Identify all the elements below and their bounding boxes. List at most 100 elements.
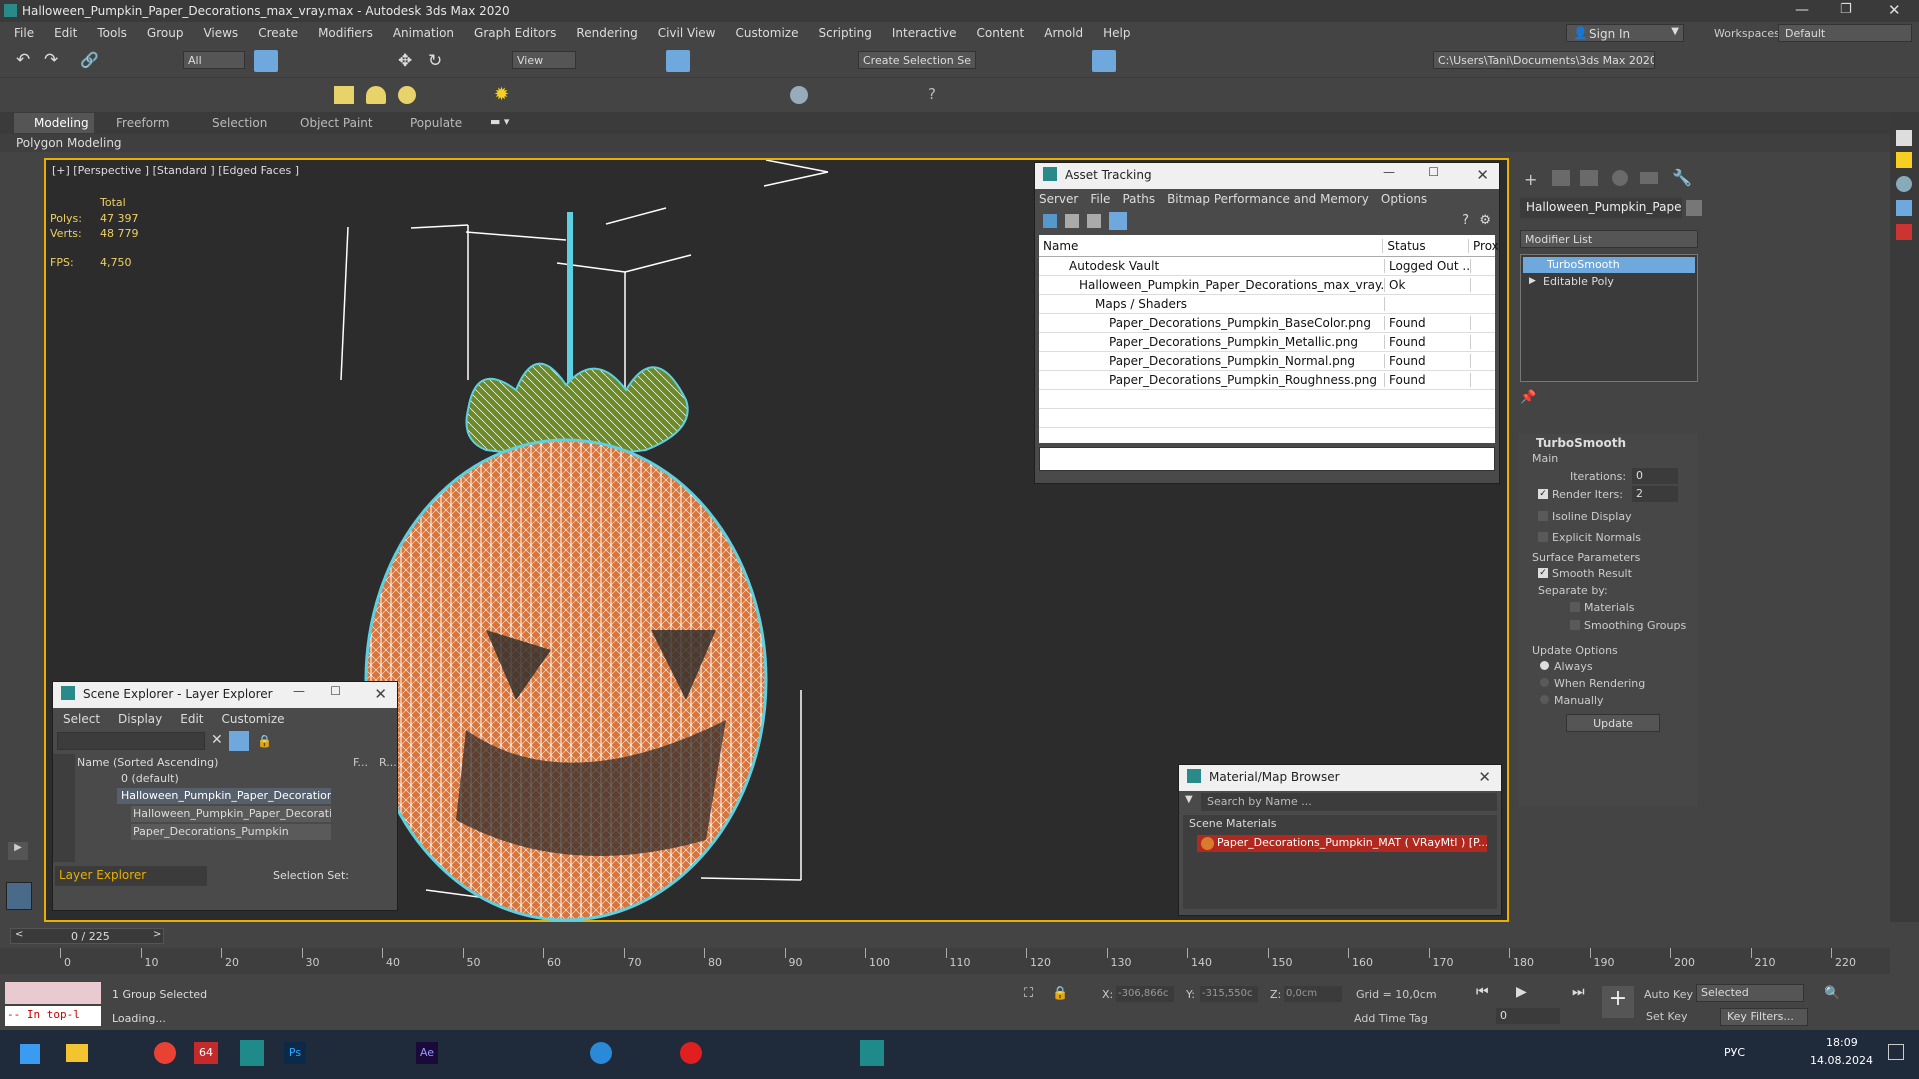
minimize-icon[interactable]: — [293, 684, 305, 698]
display-tab-icon[interactable] [1640, 172, 1658, 184]
3dsmax-icon-2[interactable] [860, 1040, 884, 1066]
selection-filter-dropdown[interactable]: All [183, 51, 245, 69]
scene-explorer-titlebar[interactable]: Scene Explorer - Layer Explorer — ☐ ✕ [53, 682, 397, 708]
explicit-normals-checkbox[interactable] [1538, 532, 1548, 542]
asset-menu-options[interactable]: Options [1381, 192, 1427, 206]
utilities-tab-icon[interactable]: 🔧 [1672, 168, 1692, 187]
isolate-icon[interactable]: ⛶ [1024, 986, 1033, 1001]
filter-icon[interactable] [229, 731, 249, 751]
settings-icon[interactable]: ⚙ [1479, 213, 1491, 228]
clock-time[interactable]: 18:09 [1826, 1036, 1858, 1049]
scene-materials-group[interactable]: Scene Materials [1189, 817, 1276, 830]
ribbon-tab-populate[interactable]: Populate [410, 116, 462, 130]
update-button[interactable]: Update [1566, 714, 1660, 732]
ribbon-tab-modeling[interactable]: Modeling [34, 116, 89, 130]
menu-tools[interactable]: Tools [97, 26, 127, 40]
help-icon[interactable]: ? [1462, 213, 1469, 228]
table-row[interactable]: Paper_Decorations_Pumpkin_Normal.png Foun… [1039, 352, 1495, 371]
file-explorer-icon[interactable] [66, 1044, 88, 1062]
pin-stack-icon[interactable]: 📌 [1520, 390, 1536, 405]
project-path-dropdown[interactable]: C:\Users\Tani\Documents\3ds Max 2020 [1433, 51, 1655, 69]
go-to-end-icon[interactable]: ⏭ [1572, 984, 1585, 1000]
manually-radio[interactable] [1540, 695, 1549, 704]
far-manager-icon[interactable]: 64 [194, 1042, 218, 1064]
link-icon[interactable]: 🔗 [80, 51, 99, 69]
maximize-icon[interactable]: ❐ [1840, 2, 1852, 17]
object-pumpkin[interactable]: Paper_Decorations_Pumpkin [131, 824, 331, 840]
material-search-input[interactable]: Search by Name ... [1201, 793, 1497, 811]
current-frame-field[interactable]: 0 [1496, 1008, 1560, 1024]
iterations-spinner[interactable]: 0 [1632, 468, 1678, 484]
menu-graph-editors[interactable]: Graph Editors [474, 26, 556, 40]
z-coordinate[interactable]: 0,0cm [1284, 986, 1342, 1002]
column-proxy[interactable]: Prox [1469, 239, 1499, 253]
redo-icon[interactable]: ↷ [44, 50, 58, 70]
ribbon-tab-freeform[interactable]: Freeform [116, 116, 169, 130]
asset-path-field[interactable] [1039, 447, 1495, 471]
maxscript-listener[interactable] [5, 982, 101, 1004]
refresh-icon[interactable] [1043, 214, 1057, 228]
material-browser-titlebar[interactable]: Material/Map Browser ✕ [1179, 765, 1501, 791]
play-icon[interactable]: ▶ [1516, 984, 1527, 1000]
object-color-swatch[interactable] [1686, 200, 1702, 216]
light-icon[interactable]: ✹ [494, 84, 509, 105]
ribbon-tab-object-paint[interactable]: Object Paint [300, 116, 373, 130]
asset-menu-paths[interactable]: Paths [1122, 192, 1155, 206]
menu-help[interactable]: Help [1103, 26, 1130, 40]
workspace-dropdown[interactable]: Default [1778, 24, 1912, 42]
material-item[interactable]: Paper_Decorations_Pumpkin_MAT ( VRayMtl … [1197, 835, 1487, 852]
zoom-icon[interactable]: 🔍 [1824, 986, 1840, 1001]
object-name-field[interactable]: Halloween_Pumpkin_Paper [1520, 198, 1682, 218]
explorer-menu-select[interactable]: Select [63, 712, 100, 726]
group-halloween[interactable]: Halloween_Pumpkin_Paper_Decorations [131, 806, 331, 822]
table-row[interactable]: Maps / Shaders [1039, 295, 1495, 314]
thumbnail-icon[interactable] [1087, 214, 1101, 228]
after-effects-icon[interactable]: Ae [416, 1042, 438, 1064]
explorer-menu-customize[interactable]: Customize [222, 712, 285, 726]
smooth-result-checkbox[interactable]: ✓ [1538, 568, 1548, 578]
lock-icon[interactable]: 🔒 [257, 734, 272, 748]
sphere-icon[interactable] [1896, 176, 1912, 192]
explorer-menu-display[interactable]: Display [118, 712, 162, 726]
camera-icon[interactable] [1896, 200, 1912, 216]
reference-coordinate-dropdown[interactable]: View [512, 51, 576, 69]
column-freeze-header[interactable]: F... [353, 756, 368, 769]
select-object-button[interactable] [254, 50, 278, 72]
modify-tab-icon[interactable] [1552, 170, 1570, 186]
help-icon[interactable]: ? [928, 85, 936, 103]
select-manipulate-button[interactable] [666, 50, 690, 72]
asset-menu-file[interactable]: File [1090, 192, 1110, 206]
close-icon[interactable]: ✕ [374, 685, 387, 703]
y-coordinate[interactable]: -315,550c [1200, 986, 1258, 1002]
yandex-icon[interactable] [680, 1042, 702, 1064]
asset-menu-server[interactable]: Server [1039, 192, 1078, 206]
stack-editable-poly[interactable]: Editable Poly [1523, 275, 1614, 288]
column-status[interactable]: Status [1383, 238, 1469, 253]
menu-file[interactable]: File [14, 26, 34, 40]
column-name-header[interactable]: Name (Sorted Ascending) [77, 756, 218, 769]
list-icon[interactable] [1065, 214, 1079, 228]
menu-animation[interactable]: Animation [393, 26, 454, 40]
next-frame-icon[interactable]: > [153, 929, 161, 940]
edge-icon[interactable] [590, 1042, 612, 1064]
table-row[interactable]: Autodesk Vault Logged Out ... [1039, 257, 1495, 276]
undo-icon[interactable]: ↶ [16, 50, 30, 70]
minimize-icon[interactable]: — [1383, 165, 1395, 179]
viewcube-icon[interactable] [1896, 130, 1912, 146]
ribbon-tab-selection[interactable]: Selection [212, 116, 267, 130]
hemisphere-icon[interactable] [366, 86, 386, 104]
table-row[interactable]: Paper_Decorations_Pumpkin_Roughness.png F… [1039, 371, 1495, 390]
layer-halloween[interactable]: Halloween_Pumpkin_Paper_Decorations [117, 788, 331, 804]
clear-icon[interactable]: ✕ [211, 732, 223, 748]
notification-icon[interactable] [1888, 1044, 1904, 1060]
menu-views[interactable]: Views [203, 26, 238, 40]
chrome-icon[interactable] [154, 1042, 176, 1064]
when-rendering-radio[interactable] [1540, 678, 1549, 687]
polygon-modeling-label[interactable]: Polygon Modeling [16, 136, 122, 150]
asset-menu-bitmap-performance-and-memory[interactable]: Bitmap Performance and Memory [1167, 192, 1369, 206]
modifier-list-dropdown[interactable]: Modifier List [1520, 230, 1698, 248]
auto-key-button[interactable]: Auto Key [1644, 988, 1693, 1001]
scene-explorer-button[interactable] [1092, 50, 1116, 72]
x-coordinate[interactable]: -306,866c [1116, 986, 1174, 1002]
explorer-type-dropdown[interactable]: Layer Explorer [55, 866, 207, 886]
